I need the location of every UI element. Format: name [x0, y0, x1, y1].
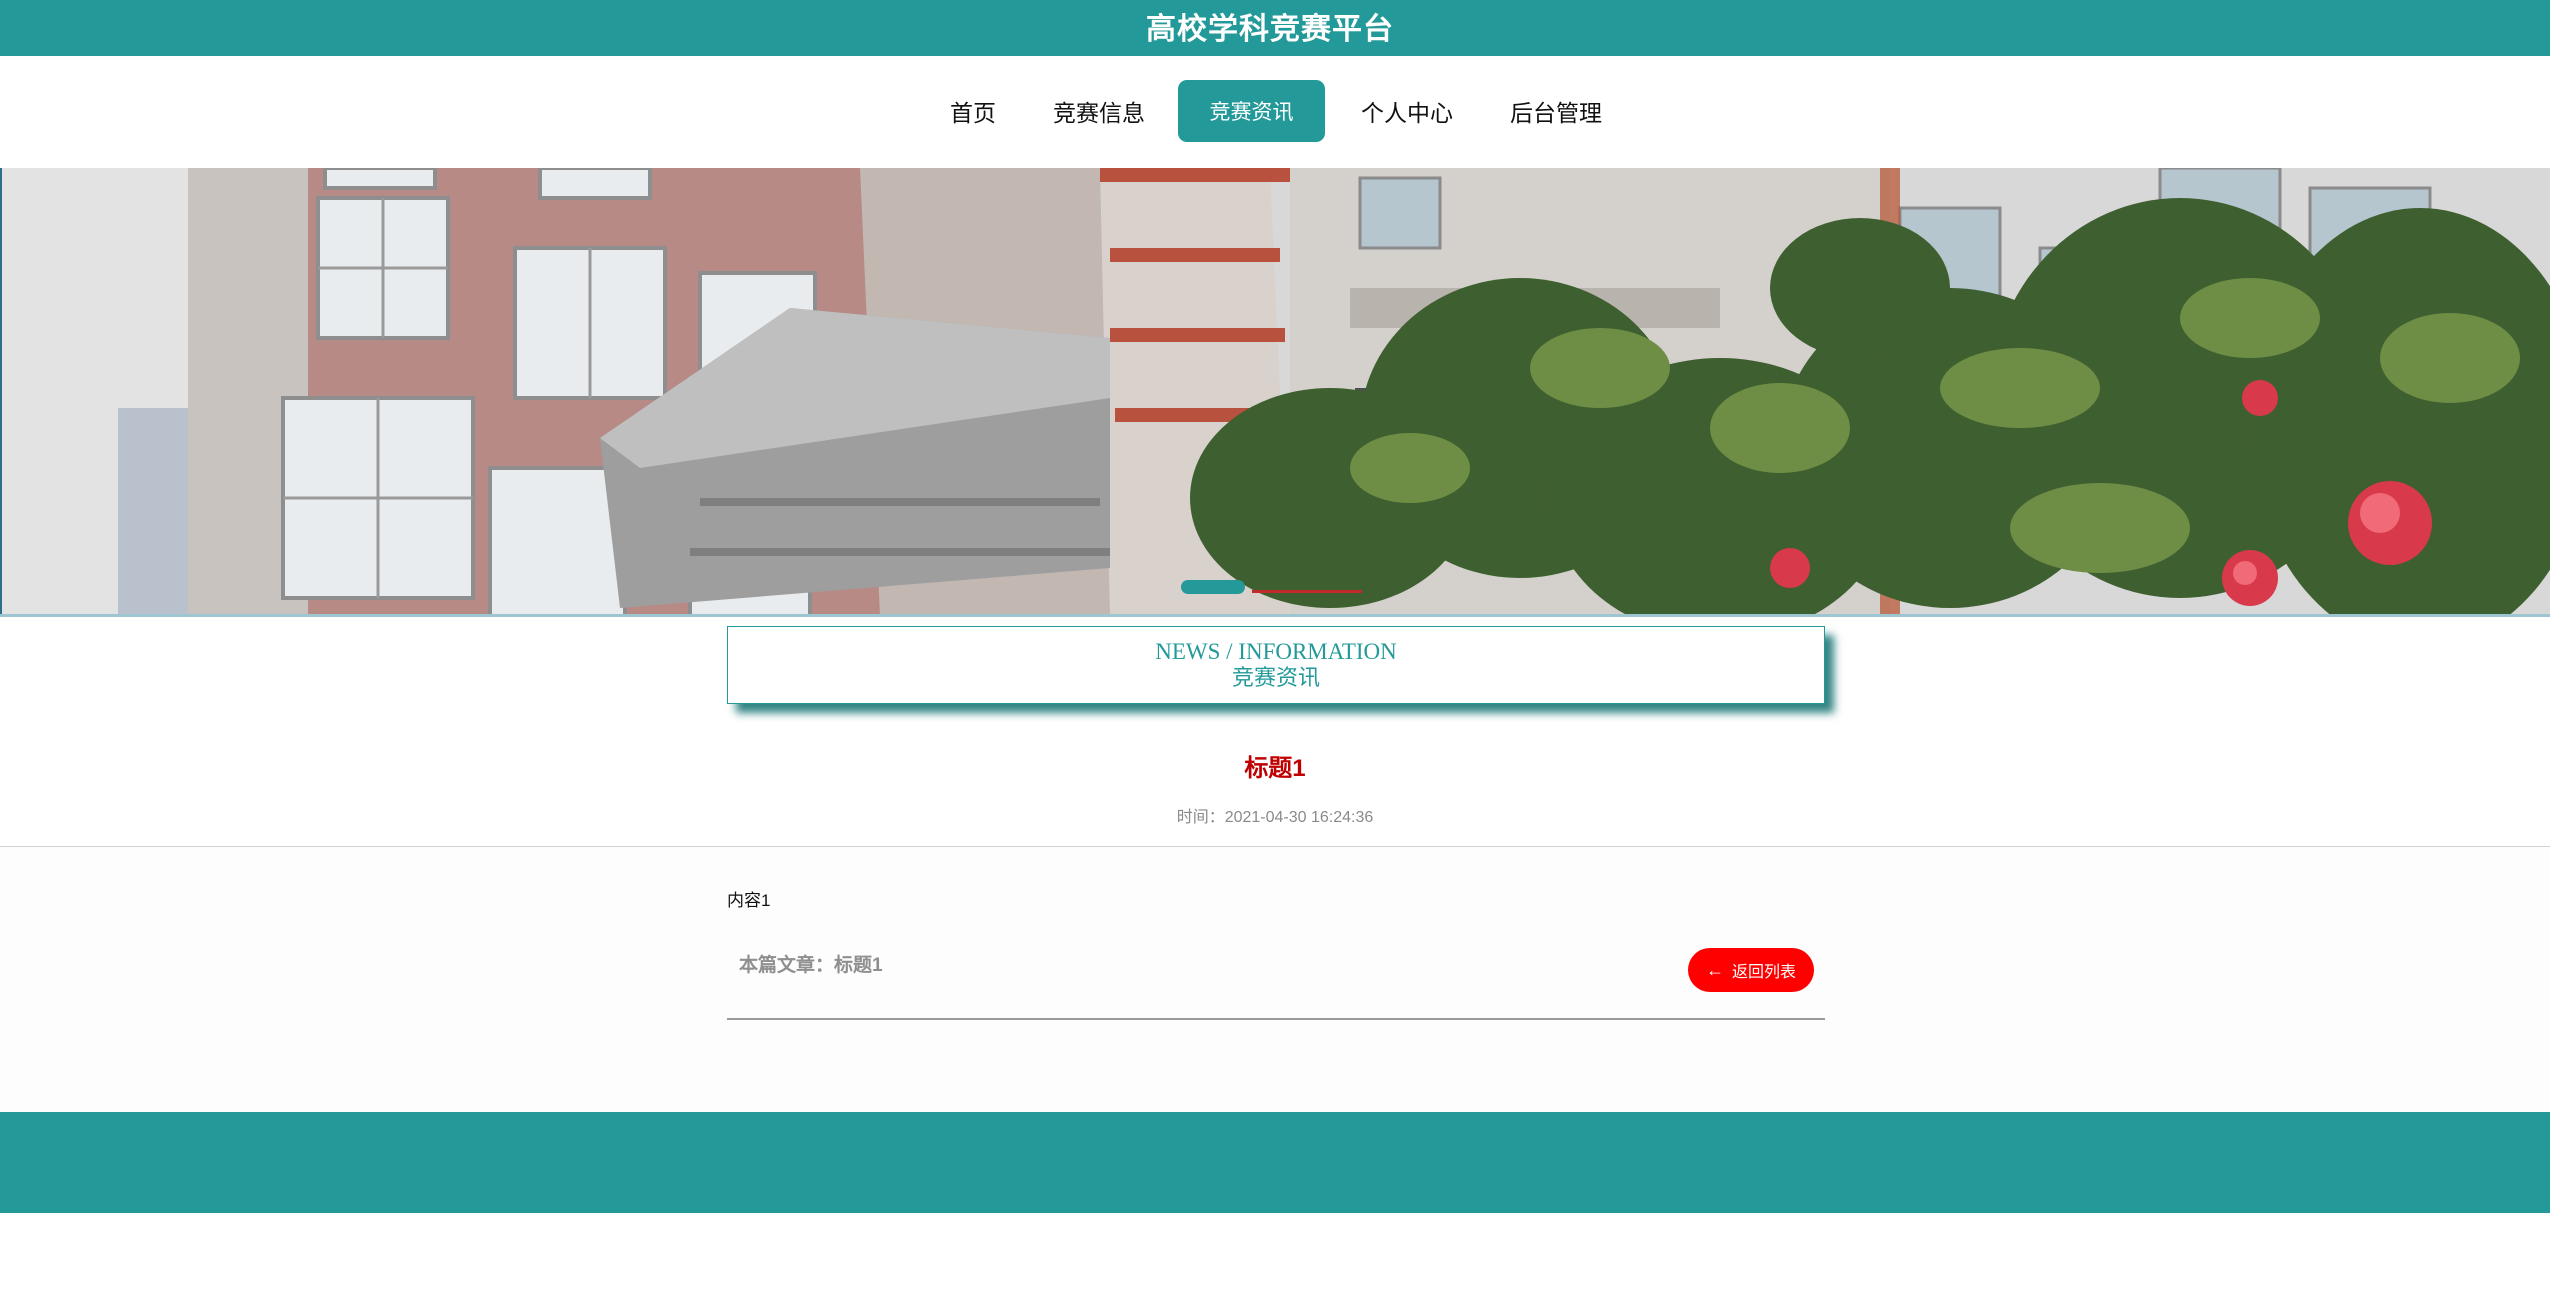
site-title: 高校学科竞赛平台: [1146, 13, 1394, 46]
nav-item-competition-news[interactable]: 竞赛资讯: [1178, 80, 1325, 142]
nav-item-admin[interactable]: 后台管理: [1498, 80, 1614, 142]
article-title: 标题1: [1244, 755, 1306, 782]
carousel-indicator-active[interactable]: [1181, 580, 1245, 594]
section-heading: NEWS / INFORMATION 竞赛资讯: [727, 626, 1825, 704]
main-nav: 首页 竞赛信息 竞赛资讯 个人中心 后台管理: [0, 56, 2550, 168]
back-to-list-label: 返回列表: [1731, 964, 1796, 981]
banner-carousel[interactable]: [0, 168, 2550, 616]
banner-bottom-border: [0, 614, 2550, 617]
banner-edge: [0, 168, 2, 616]
footer: [0, 1112, 2550, 1213]
arrow-left-icon: ←: [1705, 960, 1724, 980]
nav-item-personal-center[interactable]: 个人中心: [1349, 80, 1465, 142]
current-article-label: 本篇文章：标题1: [739, 955, 883, 976]
article-body: [0, 847, 2550, 1112]
article-content: 内容1: [727, 891, 771, 910]
carousel-indicator[interactable]: [1252, 590, 1362, 593]
banner-image: [0, 168, 2550, 616]
back-to-list-button[interactable]: ← 返回列表: [1688, 948, 1814, 992]
article-timestamp: 时间：2021-04-30 16:24:36: [1176, 809, 1374, 826]
nav-item-home[interactable]: 首页: [933, 80, 1013, 142]
nav-item-competition-info[interactable]: 竞赛信息: [1041, 80, 1157, 142]
content-divider: [727, 1018, 1825, 1020]
section-title-cn: 竞赛资讯: [1231, 665, 1320, 690]
header-bar: 高校学科竞赛平台: [0, 0, 2550, 56]
section-title-en: NEWS / INFORMATION: [1155, 639, 1397, 664]
